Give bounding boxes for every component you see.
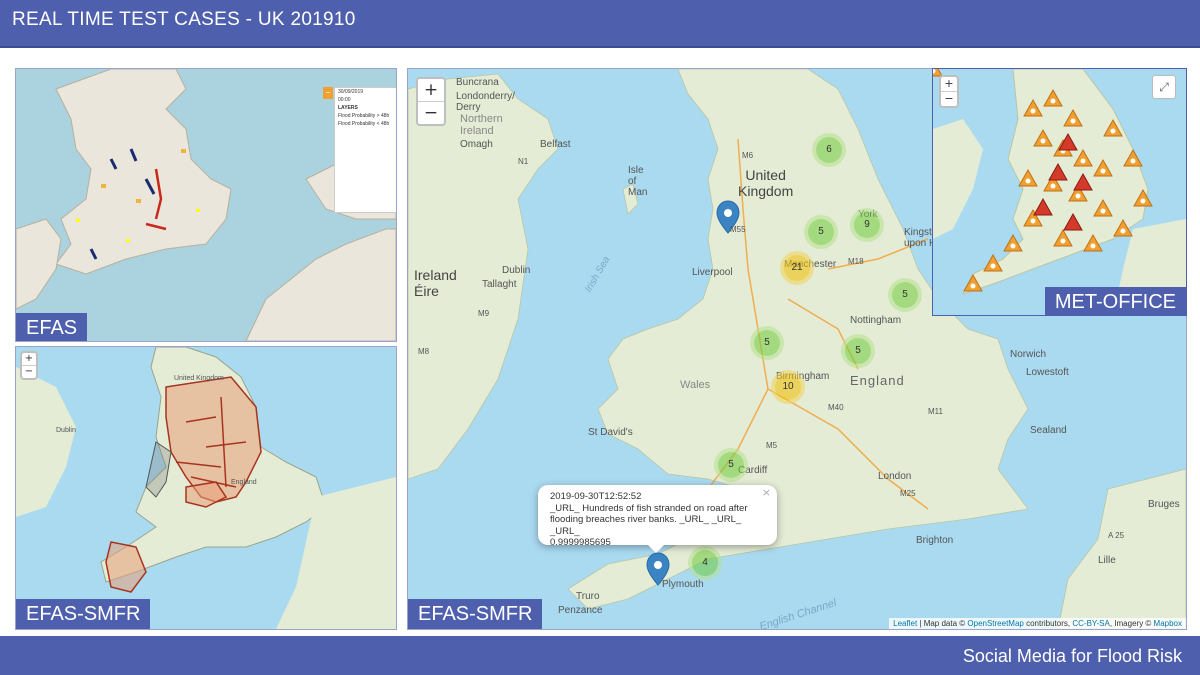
efas-layers-title: LAYERS [338,105,358,111]
efas-panel[interactable]: − 30/09/2019 00:00 LAYERS Flood Probabil… [15,68,397,342]
place-london: London [878,471,912,482]
efas-layer-box[interactable]: 30/09/2019 00:00 LAYERS Flood Probabilit… [334,87,396,213]
place-wales: Wales [680,379,711,391]
road-m18: M18 [848,257,864,266]
place-plymouth: Plymouth [662,579,704,590]
cluster-marker[interactable]: 10 [775,374,801,400]
place-liverpool: Liverpool [692,267,733,278]
place-isle-of-man: Isle of Man [628,165,648,198]
road-m40: M40 [828,403,844,412]
efas-date: 30/09/2019 [338,89,364,95]
cluster-marker[interactable]: 4 [692,550,718,576]
efas-label: EFAS [16,313,88,341]
attribution-osm-link[interactable]: OpenStreetMap [967,619,1023,628]
place-nottingham: Nottingham [850,315,902,326]
cluster-marker[interactable]: 5 [892,282,918,308]
road-m5: M5 [766,441,778,450]
attribution-text-1: | Map data © [917,619,968,628]
fullscreen-icon[interactable]: ⤢ [1152,75,1176,99]
main-zoom-control: + − [416,77,446,126]
efas-time: 00:00 [338,97,351,103]
place-england: England [850,373,905,388]
road-m8: M8 [418,347,430,356]
small-zoom-in-button[interactable]: + [22,353,36,365]
small-map-dublin-label: Dublin [56,427,76,434]
footer-bar: Social Media for Flood Risk [0,636,1200,675]
met-zoom-in-button[interactable]: + [941,77,957,91]
popup-tip [648,545,664,553]
small-map-england-label: England [231,479,257,486]
place-dublin: Dublin [502,265,531,276]
footer-tagline: Social Media for Flood Risk [962,646,1182,666]
popup-close-icon[interactable]: × [762,487,771,499]
zoom-out-button[interactable]: − [418,101,444,124]
efas-layer-toggle[interactable]: − [323,87,333,99]
place-londonderry: Londonderry/ Derry [456,91,515,113]
popup-timestamp: 2019-09-30T12:52:52 [550,491,642,502]
efas-smfr-small-map[interactable] [16,347,396,629]
place-omagh: Omagh [460,139,493,150]
cluster-marker[interactable]: 5 [845,338,871,364]
small-zoom-control: + − [20,351,38,380]
efas-smfr-main-label: EFAS-SMFR [408,599,543,629]
attribution-text-2: contributors, [1023,619,1073,628]
met-office-panel[interactable]: + − ⤢ MET-OFFICE [932,68,1187,316]
place-ireland: Ireland Éire [414,267,457,299]
map-attribution: Leaflet | Map data © OpenStreetMap contr… [889,618,1186,629]
popup-text: _URL_ Hundreds of fish stranded on road … [550,502,748,537]
place-united-kingdom: United Kingdom [738,167,794,199]
tweet-popup[interactable]: × 2019-09-30T12:52:52 _URL_ Hundreds of … [538,485,777,553]
road-m9: M9 [478,309,490,318]
attribution-mapbox-link[interactable]: Mapbox [1154,619,1182,628]
road-n1: N1 [518,157,529,166]
cluster-marker[interactable]: 5 [754,330,780,356]
place-tallaght: Tallaght [482,279,517,290]
place-penzance: Penzance [558,605,603,616]
road-a25: A 25 [1108,531,1125,540]
place-buncrana: Buncrana [456,77,499,88]
road-m11: M11 [928,407,943,416]
place-belfast: Belfast [540,139,571,150]
page-title: REAL TIME TEST CASES - UK 201910 [12,9,356,30]
cluster-marker[interactable]: 5 [718,452,744,478]
road-m6: M6 [742,151,754,160]
place-truro: Truro [576,591,600,602]
attribution-text-3: , Imagery © [1109,619,1154,628]
place-sealand: Sealand [1030,425,1067,436]
zoom-in-button[interactable]: + [418,79,444,101]
road-m25: M25 [900,489,916,498]
header-bar: REAL TIME TEST CASES - UK 201910 [0,0,1200,48]
place-lille: Lille [1098,555,1116,566]
place-st-davids: St David's [588,427,633,438]
cluster-marker[interactable]: 5 [808,219,834,245]
place-northern-ireland: Northern Ireland [460,113,503,137]
small-zoom-out-button[interactable]: − [22,365,36,378]
attribution-leaflet-link[interactable]: Leaflet [893,619,917,628]
cluster-marker[interactable]: 6 [816,137,842,163]
place-brighton: Brighton [916,535,954,546]
efas-smfr-small-panel[interactable]: + − United Kingdom England Dublin EFAS-S… [15,346,397,630]
attribution-ccbysa-link[interactable]: CC-BY-SA [1072,619,1110,628]
small-map-uk-label: United Kingdom [174,375,224,382]
road-m55: M55 [730,225,746,234]
efas-smfr-small-label: EFAS-SMFR [16,599,151,629]
efas-layer-2[interactable]: Flood Probability < 48h [335,120,396,128]
met-office-label: MET-OFFICE [1044,287,1186,315]
cluster-marker[interactable]: 21 [784,255,810,281]
met-zoom-out-button[interactable]: − [941,91,957,106]
cluster-marker[interactable]: 9 [854,212,880,238]
place-bruges: Bruges [1148,499,1180,510]
place-norwich: Norwich [1010,349,1047,360]
met-office-map[interactable] [933,69,1186,315]
met-zoom-control: + − [939,75,959,108]
place-lowestoft: Lowestoft [1026,367,1069,378]
efas-layer-1[interactable]: Flood Probability > 48h [335,112,396,120]
